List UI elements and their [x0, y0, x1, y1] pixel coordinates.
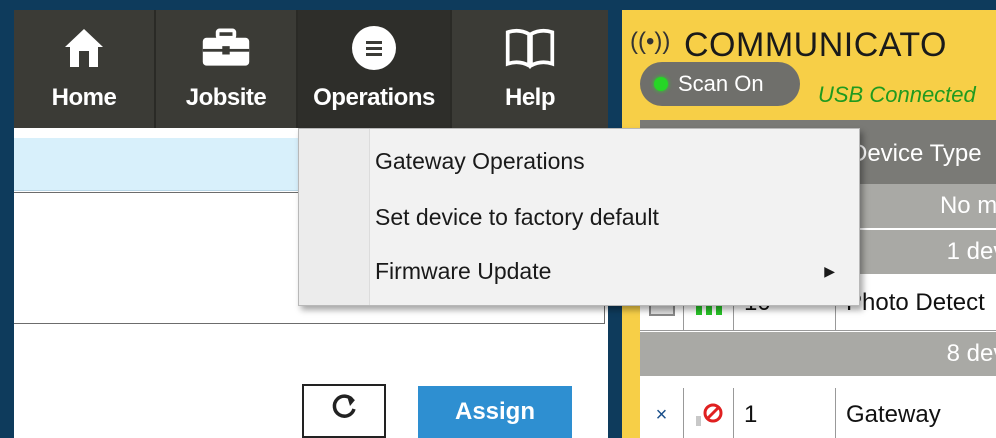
device-id: 1: [734, 388, 836, 438]
device-type: Photo Detect: [846, 289, 985, 316]
jobsite-button[interactable]: Jobsite: [156, 10, 298, 128]
group-label: No mesh: [939, 192, 996, 219]
group-label: 1 device: [946, 238, 996, 265]
menu-icon-gutter: [299, 129, 370, 305]
assign-button[interactable]: Assign: [418, 386, 572, 438]
toolbox-icon: [200, 24, 252, 72]
scan-toggle[interactable]: Scan On: [640, 62, 800, 106]
column-device-type[interactable]: Device Type: [850, 140, 982, 168]
device-type: Gateway: [846, 401, 941, 428]
no-signal-icon: [684, 388, 734, 438]
menu-item-label: Gateway Operations: [375, 147, 585, 174]
refresh-icon: [329, 392, 359, 431]
operations-button[interactable]: Operations: [298, 10, 452, 128]
menu-item-gateway-operations[interactable]: Gateway Operations: [375, 135, 845, 187]
usb-status: USB Connected: [818, 82, 976, 107]
app-window: Home Jobsite Operations Help Assign ((•)…: [0, 0, 996, 438]
home-icon: [58, 24, 110, 72]
main-toolbar: Home Jobsite Operations Help: [14, 10, 608, 128]
group-label: 8 device: [946, 340, 996, 367]
menu-circle-icon: [348, 24, 400, 72]
menu-item-label: Set device to factory default: [375, 203, 659, 230]
menu-item-firmware-update[interactable]: Firmware Update ▶: [375, 245, 845, 297]
book-icon: [504, 24, 556, 72]
menu-item-factory-default[interactable]: Set device to factory default: [375, 191, 845, 243]
help-button[interactable]: Help: [452, 10, 608, 128]
scan-label: Scan On: [678, 71, 764, 96]
operations-dropdown-menu: Gateway Operations Set device to factory…: [298, 128, 860, 306]
row-mark[interactable]: ×: [640, 388, 684, 438]
help-label: Help: [504, 84, 556, 111]
home-label: Home: [51, 84, 117, 111]
group-8-devices[interactable]: 8 device: [640, 332, 996, 376]
wireless-signal-icon: ((•)): [630, 28, 671, 55]
communicator-title: COMMUNICATO: [684, 26, 948, 64]
home-button[interactable]: Home: [14, 10, 156, 128]
jobsite-label: Jobsite: [185, 84, 267, 111]
refresh-button[interactable]: [302, 384, 386, 438]
submenu-arrow-icon: ▶: [824, 262, 835, 279]
scan-status-dot: [654, 77, 668, 91]
menu-item-label: Firmware Update: [375, 257, 552, 284]
operations-label: Operations: [313, 84, 435, 111]
table-row[interactable]: × 1 Gateway: [640, 388, 996, 438]
